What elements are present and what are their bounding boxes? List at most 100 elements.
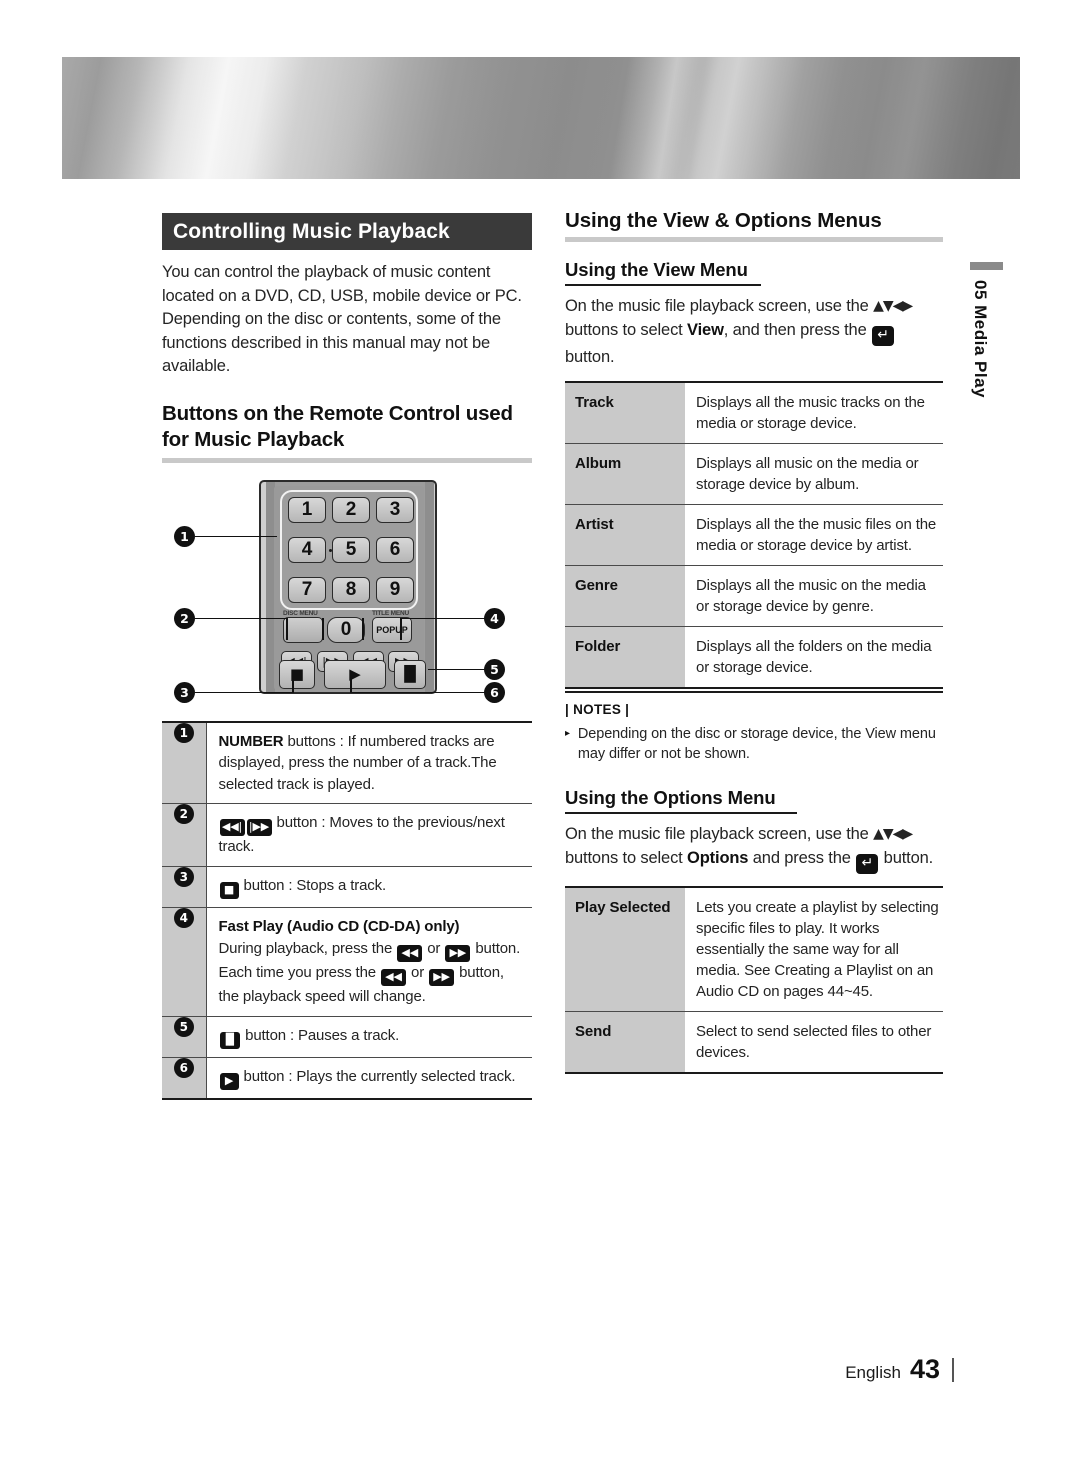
table-row: 4 Fast Play (Audio CD (CD-DA) only) Duri… bbox=[162, 906, 532, 1016]
side-tab-label: 05 Media Play bbox=[971, 280, 990, 399]
view-row-label: Album bbox=[565, 443, 685, 505]
remote-disc-menu-key bbox=[283, 616, 323, 643]
next-track-icon: |▶▶ bbox=[246, 819, 272, 836]
view-row-desc: Displays all the music tracks on the med… bbox=[696, 394, 925, 432]
using-view-menu-rule bbox=[565, 284, 761, 286]
callout-1: 1 bbox=[174, 525, 195, 547]
callout-2-leader-v2 bbox=[322, 617, 324, 640]
options-menu-table: Play Selected Lets you create a playlist… bbox=[565, 885, 943, 1074]
view-options-heading-rule bbox=[565, 237, 943, 242]
callout-3-leader-v bbox=[292, 676, 294, 693]
table-row: Folder Displays all the folders on the m… bbox=[565, 626, 943, 688]
play-icon: ▶ bbox=[219, 1072, 239, 1090]
callout-6: 6 bbox=[484, 681, 505, 703]
legend-num-cell: 3 bbox=[162, 865, 206, 907]
note-text: Depending on the disc or storage device,… bbox=[577, 726, 936, 762]
legend-num-cell: 2 bbox=[162, 803, 206, 866]
callout-4-leader-v2 bbox=[400, 617, 402, 640]
remote-play-key: ▶ bbox=[324, 659, 386, 689]
remote-pause-key: ▐▌ bbox=[394, 659, 426, 689]
remote-popup-key: POPUP bbox=[372, 616, 412, 643]
banner-sheen bbox=[62, 57, 1020, 179]
options-intro-b: buttons to select bbox=[565, 848, 688, 867]
table-row: 6 ▶ button : Plays the currently selecte… bbox=[162, 1056, 532, 1099]
remote-key-1: 1 bbox=[288, 496, 326, 523]
remote-key-6: 6 bbox=[376, 536, 414, 563]
remote-legend-table: 1 NUMBER buttons : If numbered tracks ar… bbox=[162, 720, 532, 1100]
decorative-metallic-banner bbox=[62, 57, 1020, 179]
legend-badge-3: 3 bbox=[173, 866, 194, 887]
stop-icon: ■ bbox=[219, 881, 239, 899]
view-intro-c: , and then press the bbox=[723, 320, 872, 339]
table-row: Play Selected Lets you create a playlist… bbox=[565, 886, 943, 1011]
callout-4-leader bbox=[400, 617, 486, 620]
legend-desc-cell: NUMBER buttons : If numbered tracks are … bbox=[205, 721, 532, 804]
footer-page-number: 43 bbox=[909, 1354, 940, 1384]
remote-key-0: 0 bbox=[327, 616, 365, 643]
intro-paragraph: You can control the playback of music co… bbox=[162, 263, 522, 375]
legend-badge-2: 2 bbox=[173, 804, 194, 824]
prev-track-icon: ◀◀| bbox=[219, 819, 245, 836]
legend-num-cell: 4 bbox=[162, 906, 206, 1016]
legend-4-line1a: During playback, press the bbox=[218, 940, 397, 957]
page-footer: English 43 bbox=[845, 1354, 954, 1385]
options-keyword: Options bbox=[687, 848, 749, 867]
remote-heading-rule bbox=[162, 457, 532, 463]
legend-badge-5: 5 bbox=[173, 1016, 194, 1037]
table-row: Artist Displays all the the music files … bbox=[565, 504, 943, 566]
rewind-icon: ◀◀ bbox=[380, 969, 406, 986]
view-row-desc: Displays all the the music files on the … bbox=[685, 504, 943, 566]
side-tab-bar bbox=[970, 262, 1003, 270]
forward-icon: ▶▶ bbox=[445, 945, 471, 962]
legend-3-text: button : Stops a track. bbox=[243, 876, 387, 894]
rewind-icon: ◀◀ bbox=[397, 945, 423, 962]
table-row: 1 NUMBER buttons : If numbered tracks ar… bbox=[162, 721, 532, 804]
remote-face: 1 2 3 4 5 6 7 8 9 DISC MENU TITLE MENU 0… bbox=[274, 485, 424, 690]
enter-button-icon: ↵ bbox=[872, 325, 895, 346]
view-row-desc: Displays all music on the media or stora… bbox=[685, 443, 943, 505]
legend-desc-cell: ▶ button : Plays the currently selected … bbox=[205, 1056, 532, 1099]
table-row: 2 ◀◀| |▶▶ button : Moves to the previous/… bbox=[162, 803, 532, 866]
view-row-desc: Displays all the folders on the media or… bbox=[685, 626, 943, 688]
legend-4-line1b: or bbox=[423, 940, 445, 957]
disc-menu-label: DISC MENU bbox=[283, 609, 318, 617]
options-row-label: Send bbox=[565, 1010, 685, 1073]
title-menu-label: TITLE MENU bbox=[372, 609, 409, 617]
table-row: Send Select to send selected files to ot… bbox=[565, 1010, 943, 1073]
callout-1-leader bbox=[195, 535, 277, 538]
view-keyword: View bbox=[687, 320, 724, 339]
dpad-arrows-icon: ▲▼◀▶ bbox=[873, 298, 913, 314]
notes-section: | NOTES | ▸ Depending on the disc or sto… bbox=[565, 691, 943, 764]
table-row: 3 ■ button : Stops a track. bbox=[162, 865, 532, 907]
note-bullet-icon: ▸ bbox=[565, 728, 570, 739]
remote-key5-dot bbox=[329, 548, 332, 552]
legend-desc-cell: ◀◀| |▶▶ button : Moves to the previous/ne… bbox=[205, 803, 532, 866]
remote-key-9: 9 bbox=[376, 576, 414, 603]
view-menu-intro: On the music file playback screen, use t… bbox=[565, 295, 943, 369]
using-view-menu-heading: Using the View Menu bbox=[565, 259, 748, 280]
options-row-desc: Select to send selected files to other d… bbox=[685, 1010, 943, 1073]
legend-desc-cell: ▐▌ button : Pauses a track. bbox=[205, 1015, 532, 1057]
right-column: Using the View & Options Menus Using the… bbox=[565, 208, 943, 1074]
enter-button-icon: ↵ bbox=[856, 853, 879, 874]
dpad-arrows-icon: ▲▼◀▶ bbox=[873, 826, 913, 842]
legend-4-line2b: or bbox=[406, 964, 429, 981]
legend-4-line2a: Each time you press the bbox=[218, 964, 380, 981]
view-row-desc: Displays all the music on the media or s… bbox=[685, 565, 943, 627]
legend-badge-6: 6 bbox=[173, 1057, 194, 1078]
remote-key-3: 3 bbox=[376, 496, 414, 523]
notes-label: | NOTES | bbox=[565, 702, 630, 717]
left-column: Controlling Music Playback You can contr… bbox=[162, 213, 532, 1100]
table-row: 5 ▐▌ button : Pauses a track. bbox=[162, 1015, 532, 1057]
forward-icon: ▶▶ bbox=[429, 969, 455, 986]
legend-desc-cell: ■ button : Stops a track. bbox=[205, 865, 532, 907]
view-intro-b: buttons to select bbox=[565, 320, 688, 339]
options-intro-d: button. bbox=[879, 848, 934, 867]
legend-6-text: button : Plays the currently selected tr… bbox=[243, 1067, 516, 1085]
callout-5-leader bbox=[428, 668, 486, 671]
legend-badge-1: 1 bbox=[173, 722, 194, 743]
table-row: Track Displays all the music tracks on t… bbox=[565, 382, 943, 444]
callout-2-leader-v1 bbox=[286, 617, 288, 640]
remote-key-4: 4 bbox=[288, 536, 326, 563]
options-intro-c: and press the bbox=[748, 848, 856, 867]
